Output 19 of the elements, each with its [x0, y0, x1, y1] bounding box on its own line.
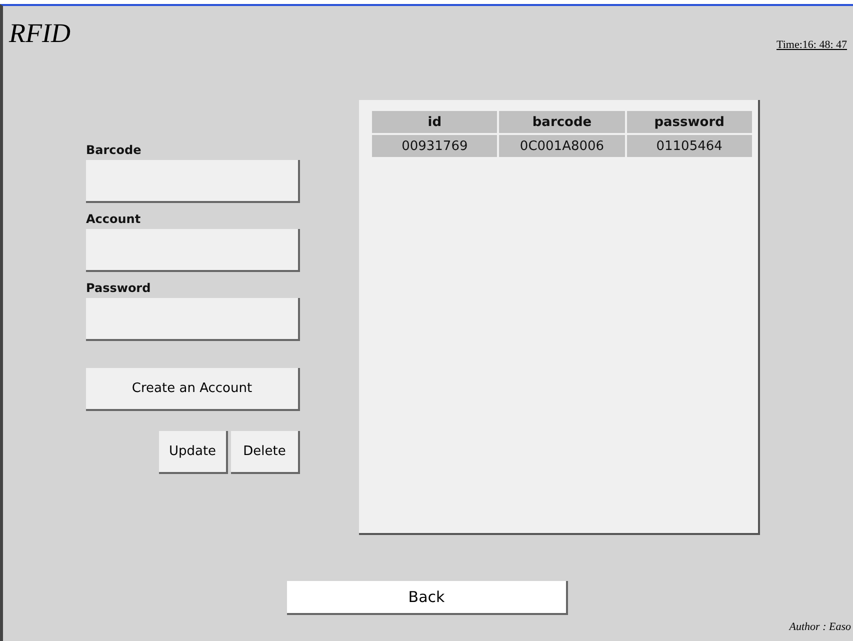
update-button[interactable]: Update: [159, 431, 228, 474]
column-header: password: [626, 110, 753, 134]
table-cell: 0C001A8006: [498, 134, 626, 158]
window-title: RFID: [9, 18, 70, 49]
time-label: Time:16: 48: 47: [776, 39, 847, 51]
author-label: Author : Easo: [789, 621, 851, 633]
table-cell: 01105464: [626, 134, 753, 158]
field-label: Account: [86, 211, 142, 228]
field-label: Barcode: [86, 142, 142, 159]
table-cell: 00931769: [371, 134, 498, 158]
input-field[interactable]: [86, 298, 300, 341]
input-field[interactable]: [86, 160, 300, 203]
column-header: barcode: [498, 110, 626, 134]
create-account-button[interactable]: Create an Account: [86, 368, 300, 411]
delete-button[interactable]: Delete: [231, 431, 300, 474]
field-label: Password: [86, 280, 152, 297]
input-field[interactable]: [86, 229, 300, 272]
back-button[interactable]: Back: [287, 581, 568, 615]
column-header: id: [371, 110, 498, 134]
